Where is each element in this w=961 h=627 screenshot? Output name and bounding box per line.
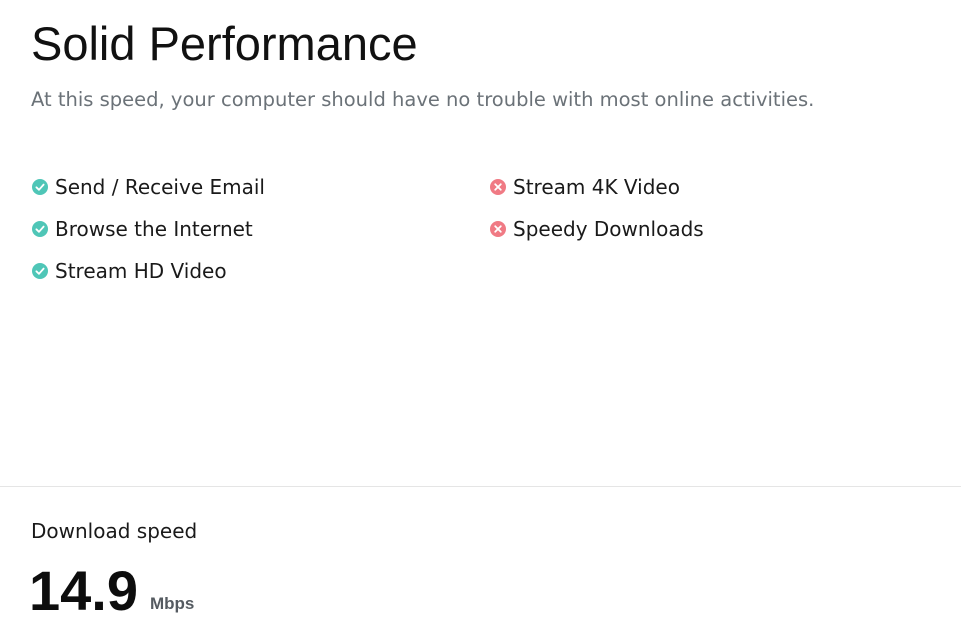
check-circle-icon [32,263,48,279]
check-circle-icon [32,221,48,237]
activity-label: Browse the Internet [55,217,253,241]
section-divider [0,486,961,487]
x-circle-icon [490,221,506,237]
page-subtitle: At this speed, your computer should have… [31,88,815,111]
activity-label: Send / Receive Email [55,175,265,199]
activity-label: Stream HD Video [55,259,227,283]
activity-label: Speedy Downloads [513,217,704,241]
activity-list: Send / Receive Email Browse the Internet… [31,171,931,297]
check-circle-icon [32,179,48,195]
page-title: Solid Performance [31,17,418,70]
download-speed-unit: Mbps [150,594,195,613]
download-speed-value: 14.9 [29,559,138,622]
activity-label: Stream 4K Video [513,175,680,199]
download-speed-label: Download speed [31,519,198,543]
x-circle-icon [490,179,506,195]
